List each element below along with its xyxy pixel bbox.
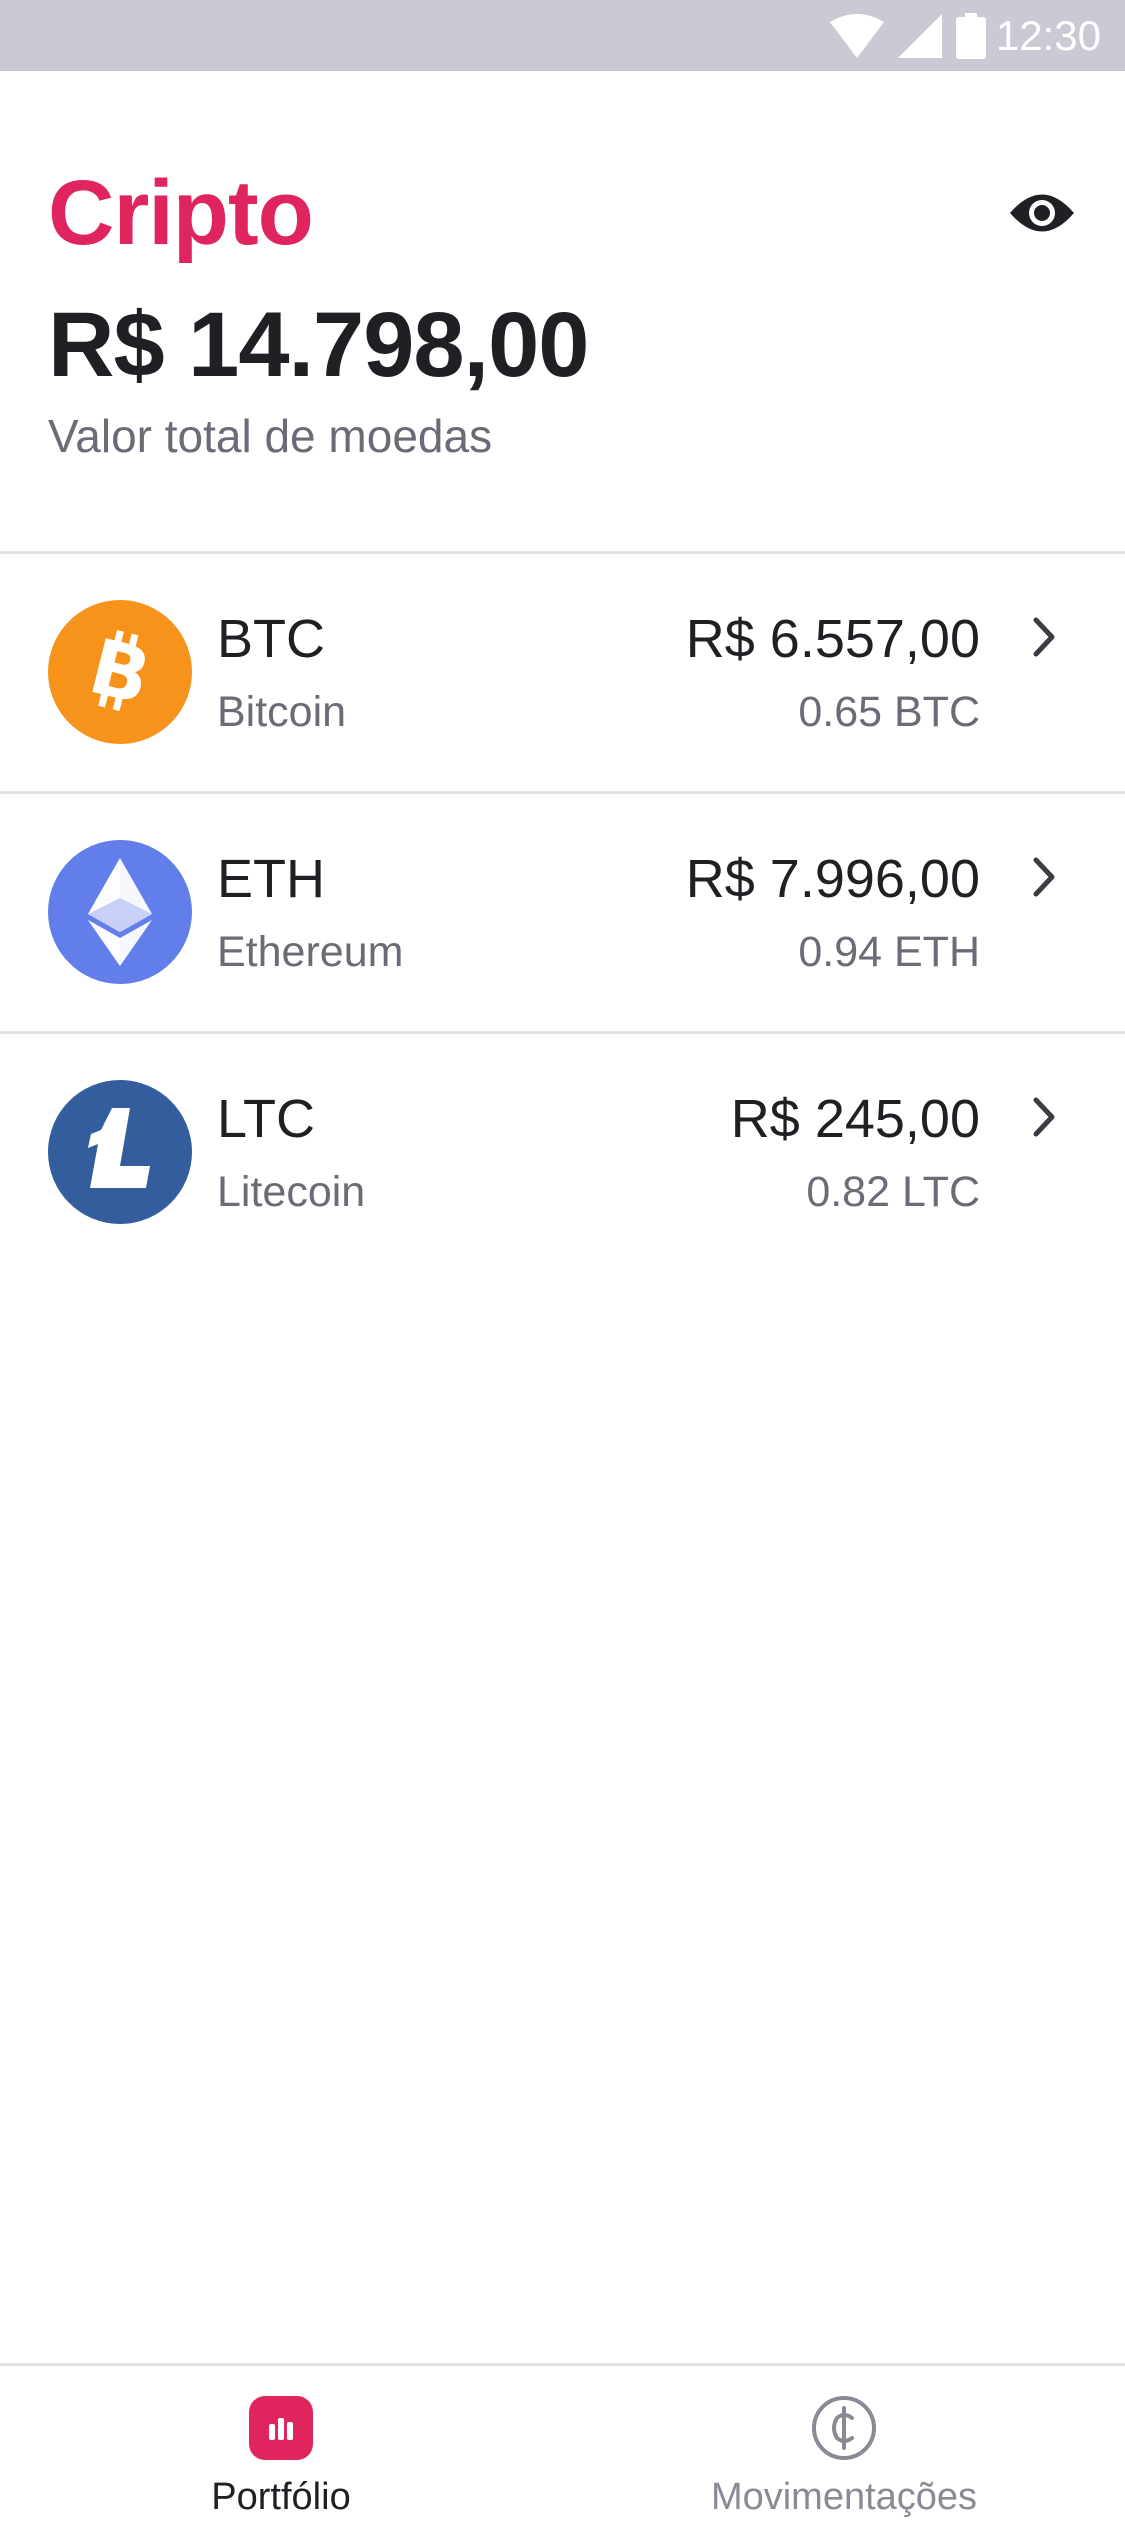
tab-portfolio[interactable]: Portfólio bbox=[0, 2366, 562, 2532]
status-time: 12:30 bbox=[995, 11, 1101, 59]
portfolio-header: Cripto R$ 14.798,00 Valor total de moeda… bbox=[0, 71, 1125, 553]
signal-icon bbox=[897, 13, 942, 58]
coin-value: R$ 6.557,00 bbox=[685, 609, 980, 669]
status-icons bbox=[829, 12, 986, 59]
status-bar: 12:30 bbox=[0, 0, 1125, 71]
coin-symbol: ETH bbox=[217, 849, 325, 909]
coin-amount: 0.82 LTC bbox=[806, 1168, 980, 1216]
tab-movimentacoes[interactable]: Movimentações bbox=[563, 2366, 1125, 2532]
tab-label: Portfólio bbox=[211, 2476, 351, 2518]
page-title: Cripto bbox=[48, 162, 314, 264]
chevron-right-icon bbox=[1033, 1097, 1055, 1137]
total-balance: R$ 14.798,00 bbox=[48, 294, 589, 396]
chart-bars-icon bbox=[249, 2396, 313, 2460]
wifi-icon bbox=[829, 13, 884, 58]
total-balance-label: Valor total de moedas bbox=[48, 410, 493, 462]
coin-icon bbox=[812, 2396, 876, 2460]
coin-row-btc[interactable]: B BTC Bitcoin R$ 6.557,00 0.65 BTC bbox=[0, 554, 1125, 791]
coin-name: Bitcoin bbox=[217, 688, 347, 736]
battery-icon bbox=[955, 12, 986, 59]
coin-value: R$ 245,00 bbox=[730, 1089, 980, 1149]
coin-symbol: BTC bbox=[217, 609, 325, 669]
coin-amount: 0.65 BTC bbox=[798, 688, 980, 736]
coin-symbol: LTC bbox=[217, 1089, 316, 1149]
toggle-visibility-button[interactable] bbox=[1000, 171, 1084, 255]
coin-row-eth[interactable]: ETH Ethereum R$ 7.996,00 0.94 ETH bbox=[0, 794, 1125, 1031]
chevron-right-icon bbox=[1033, 617, 1055, 657]
bitcoin-icon: B bbox=[48, 600, 192, 744]
ethereum-icon bbox=[48, 840, 192, 984]
litecoin-icon bbox=[48, 1080, 192, 1224]
coin-value: R$ 7.996,00 bbox=[685, 849, 980, 909]
chevron-right-icon bbox=[1033, 857, 1055, 897]
eye-icon bbox=[1010, 194, 1074, 232]
coin-name: Litecoin bbox=[217, 1168, 366, 1216]
coin-name: Ethereum bbox=[217, 928, 404, 976]
tab-label: Movimentações bbox=[710, 2476, 978, 2518]
bottom-nav: Portfólio Movimentações bbox=[0, 2363, 1125, 2532]
coin-row-ltc[interactable]: LTC Litecoin R$ 245,00 0.82 LTC bbox=[0, 1034, 1125, 1271]
coin-amount: 0.94 ETH bbox=[798, 928, 980, 976]
